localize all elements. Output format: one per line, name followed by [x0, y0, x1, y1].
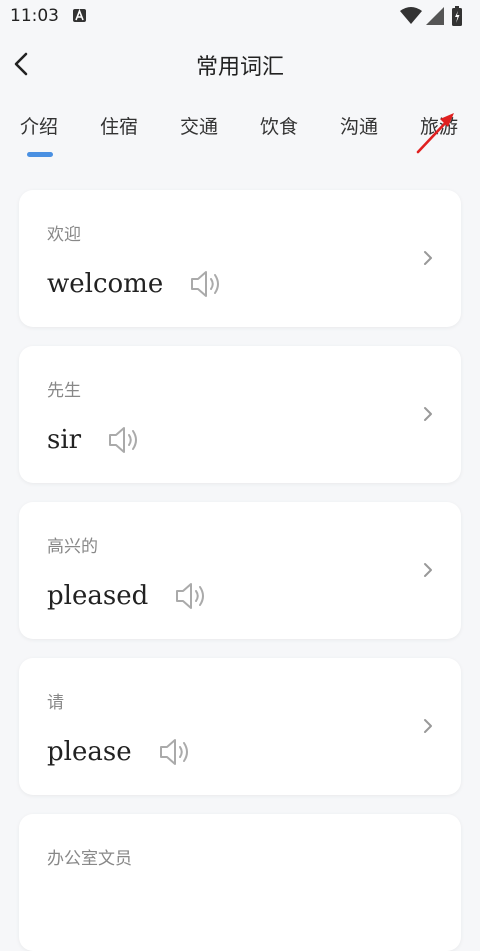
word-chinese: 高兴的 — [47, 537, 98, 557]
word-chinese: 办公室文员 — [47, 849, 132, 869]
word-row: sir — [47, 420, 141, 460]
chevron-right-icon — [424, 719, 432, 733]
word-chinese: 欢迎 — [47, 225, 81, 245]
word-card[interactable]: 请 please — [19, 658, 461, 795]
wifi-icon — [400, 7, 422, 24]
word-card[interactable]: 先生 sir — [19, 346, 461, 483]
status-icons — [400, 6, 470, 27]
word-row: please — [47, 732, 192, 772]
word-card[interactable]: 欢迎 welcome — [19, 190, 461, 327]
word-chinese: 先生 — [47, 381, 81, 401]
speaker-icon[interactable] — [189, 269, 223, 299]
speaker-icon[interactable] — [107, 425, 141, 455]
word-english: welcome — [47, 269, 164, 299]
notification-a-icon — [73, 9, 86, 22]
tab-transport[interactable]: 交通 — [180, 112, 218, 139]
app-header: 常用词汇 — [0, 34, 480, 94]
page-title: 常用词汇 — [195, 55, 284, 80]
tab-lodging[interactable]: 住宿 — [100, 112, 138, 139]
word-english: please — [47, 737, 132, 767]
tab-dining[interactable]: 饮食 — [260, 112, 298, 139]
chevron-right-icon — [424, 563, 432, 577]
status-time: 11:03 — [10, 6, 59, 26]
tab-selected-indicator — [27, 152, 53, 157]
word-card[interactable]: 办公室文员 — [19, 814, 461, 951]
word-row: pleased — [47, 576, 208, 616]
tab-communication[interactable]: 沟通 — [340, 112, 378, 139]
word-english: sir — [47, 425, 82, 455]
word-card[interactable]: 高兴的 pleased — [19, 502, 461, 639]
chevron-right-icon — [424, 251, 432, 265]
chevron-right-icon — [424, 407, 432, 421]
signal-icon — [426, 7, 444, 25]
speaker-icon[interactable] — [174, 581, 208, 611]
word-chinese: 请 — [47, 693, 64, 713]
tab-intro[interactable]: 介绍 — [20, 112, 58, 139]
word-english: pleased — [47, 581, 149, 611]
category-tabs: 介绍 住宿 交通 饮食 沟通 旅游 — [0, 104, 480, 168]
speaker-icon[interactable] — [158, 737, 192, 767]
tab-tourism[interactable]: 旅游 — [420, 112, 458, 139]
word-row: welcome — [47, 264, 223, 304]
battery-icon — [452, 6, 462, 26]
status-bar: 11:03 — [0, 0, 480, 34]
